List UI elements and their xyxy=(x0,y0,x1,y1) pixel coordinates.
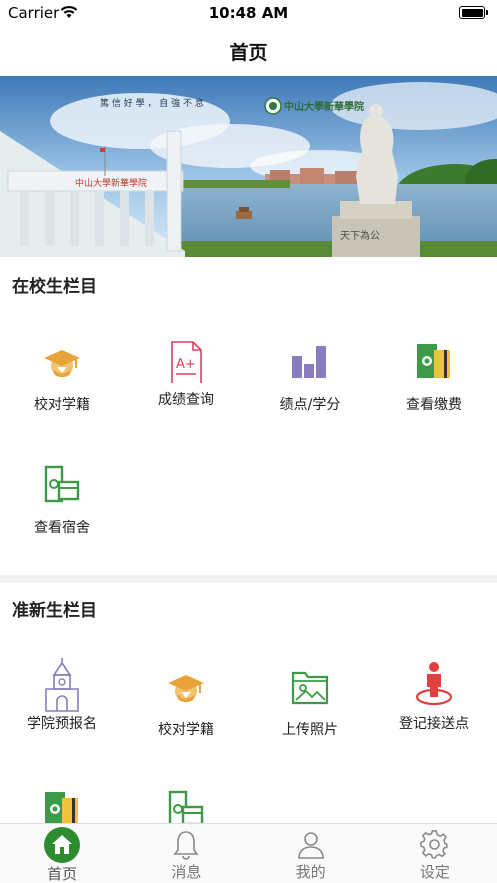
tab-home[interactable]: 首页 xyxy=(0,824,124,883)
grade-document-icon: A+ xyxy=(171,341,202,383)
grid-item-label: 查看宿舍 xyxy=(34,520,90,536)
current-students-section: 在校生栏目 校对学籍 A+ 成绩查询 绩点/学分 查看缴费 查看宿舍 xyxy=(0,257,497,575)
campus-banner-image: 中山大學新華學院 篤 信 好 學 ， 自 強 不 息 中山大學新華學院 天下為公 xyxy=(0,76,497,257)
gear-icon xyxy=(420,830,448,859)
cash-card-icon xyxy=(44,465,80,503)
grid-item-label: 校对学籍 xyxy=(158,722,214,738)
grid-item-label: 校对学籍 xyxy=(34,397,90,413)
grid-item-label: 上传照片 xyxy=(282,722,338,738)
svg-text:A+: A+ xyxy=(176,357,196,372)
tab-label: 设定 xyxy=(419,863,450,881)
gate-sign: 中山大學新華學院 xyxy=(75,177,147,189)
bar-chart-icon xyxy=(292,346,326,378)
money-card-icon xyxy=(417,344,450,378)
graduation-cap-icon xyxy=(168,675,204,702)
tab-label: 我的 xyxy=(295,863,326,881)
person-location-icon xyxy=(415,662,453,706)
grid-item-payments-new[interactable] xyxy=(0,790,124,823)
money-card-icon xyxy=(45,792,78,823)
banner-logo-text: 中山大學新華學院 xyxy=(284,100,364,113)
tab-bar: 首页 消息 我的 设定 xyxy=(0,823,497,883)
grid-item-grade-query[interactable]: A+ 成绩查询 xyxy=(124,337,248,409)
tab-label: 首页 xyxy=(47,865,78,883)
battery-icon xyxy=(459,6,488,19)
grid-item-verify-records[interactable]: 校对学籍 xyxy=(0,342,124,414)
clock: 10:48 AM xyxy=(208,4,289,22)
campus-banner[interactable]: 中山大學新華學院 篤 信 好 學 ， 自 強 不 息 中山大學新華學院 天下為公 xyxy=(0,76,497,257)
grid-item-verify-records-new[interactable]: 校对学籍 xyxy=(124,667,248,739)
grid-item-view-payments[interactable]: 查看缴费 xyxy=(372,342,496,414)
photo-folder-icon xyxy=(291,671,329,705)
home-icon xyxy=(44,827,81,863)
tab-profile[interactable]: 我的 xyxy=(249,824,373,883)
user-icon xyxy=(297,832,324,859)
grid-item-label: 查看缴费 xyxy=(406,397,462,413)
grid-item-view-dorm[interactable]: 查看宿舍 xyxy=(0,465,124,537)
cash-card-icon xyxy=(168,790,204,823)
grid-item-register-pickup[interactable]: 登记接送点 xyxy=(372,661,496,733)
tab-messages[interactable]: 消息 xyxy=(124,824,248,883)
navigation-bar: 首页 xyxy=(0,26,497,76)
grid-item-label: 学院预报名 xyxy=(27,716,97,732)
grid-item-dorm-new[interactable] xyxy=(124,790,248,823)
tab-settings[interactable]: 设定 xyxy=(373,824,497,883)
grid-item-label: 登记接送点 xyxy=(399,716,469,732)
graduation-cap-icon xyxy=(44,350,80,377)
status-bar: Carrier 10:48 AM xyxy=(0,0,497,26)
page-title: 首页 xyxy=(229,41,268,64)
section-title-incoming: 准新生栏目 xyxy=(12,601,97,621)
monument-inscription: 天下為公 xyxy=(340,229,380,242)
section-divider xyxy=(0,575,497,583)
grid-item-label: 绩点/学分 xyxy=(279,397,341,413)
section-title-current: 在校生栏目 xyxy=(12,277,97,297)
bell-icon xyxy=(173,831,199,860)
grid-item-upload-photo[interactable]: 上传照片 xyxy=(248,667,372,739)
church-icon xyxy=(45,658,79,712)
grid-item-label: 成绩查询 xyxy=(158,392,214,408)
incoming-students-section: 准新生栏目 学院预报名 校对学籍 上传照片 登记接送点 xyxy=(0,583,497,823)
grid-item-pre-registration[interactable]: 学院预报名 xyxy=(0,657,124,733)
tab-label: 消息 xyxy=(171,863,202,881)
grid-item-gpa-credits[interactable]: 绩点/学分 xyxy=(248,342,372,414)
banner-calligraphy: 篤 信 好 學 ， 自 強 不 息 xyxy=(100,97,204,109)
